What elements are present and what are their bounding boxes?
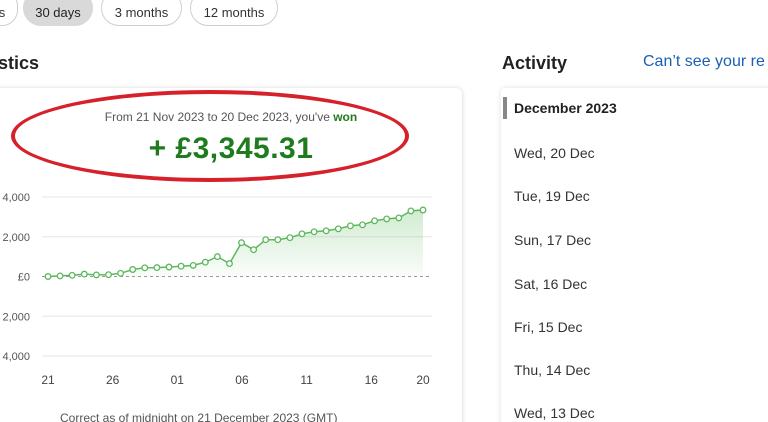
x-tick-label: 01	[171, 373, 185, 387]
activity-day[interactable]: Fri, 15 Dec	[514, 319, 582, 335]
activity-month: December 2023	[514, 100, 617, 116]
activity-day[interactable]: Sat, 16 Dec	[514, 276, 587, 292]
data-point	[359, 221, 366, 229]
data-point	[419, 206, 427, 214]
data-point	[262, 236, 270, 244]
data-point	[44, 273, 52, 280]
data-point	[213, 253, 221, 261]
x-tick-label: 16	[365, 373, 379, 387]
chart-footnote: Correct as of midnight on 21 December 20…	[60, 411, 338, 422]
activity-day[interactable]: Wed, 20 Dec	[514, 145, 595, 161]
y-tick-label: 4,000	[2, 351, 30, 363]
x-tick-label: 06	[235, 373, 249, 387]
data-point	[189, 261, 197, 269]
y-tick-label: 2,000	[2, 232, 30, 244]
data-point	[201, 258, 209, 266]
x-tick-label: 20	[416, 373, 430, 387]
data-point	[153, 264, 161, 272]
x-tick-label: 21	[41, 373, 55, 387]
data-point	[92, 271, 100, 279]
activity-day[interactable]: Thu, 14 Dec	[514, 362, 590, 378]
activity-day[interactable]: Wed, 13 Dec	[514, 405, 595, 421]
data-point	[346, 222, 354, 230]
y-tick-label: 2,000	[2, 311, 30, 323]
data-point	[383, 215, 391, 223]
data-point	[129, 266, 137, 273]
x-tick-label: 11	[300, 373, 313, 387]
y-tick-label: £0	[18, 272, 30, 284]
data-point	[68, 271, 76, 279]
y-tick-label: 4,000	[2, 192, 30, 204]
data-point	[286, 234, 294, 242]
data-point	[117, 269, 125, 277]
data-point	[407, 207, 415, 215]
data-point	[105, 271, 112, 279]
x-tick-label: 26	[106, 373, 120, 387]
data-point	[56, 272, 64, 280]
data-point	[238, 239, 245, 247]
data-point	[298, 230, 306, 238]
month-marker	[503, 97, 507, 119]
data-point	[371, 217, 379, 225]
data-point	[395, 214, 403, 222]
data-point	[334, 225, 342, 233]
activity-day[interactable]: Sun, 17 Dec	[514, 232, 591, 248]
data-point	[226, 260, 233, 268]
data-point	[274, 236, 282, 244]
activity-day[interactable]: Tue, 19 Dec	[514, 188, 590, 204]
data-point	[310, 228, 318, 236]
data-point	[177, 262, 185, 270]
series-area	[48, 210, 423, 277]
data-point	[141, 264, 149, 272]
data-point	[322, 227, 330, 235]
data-point	[250, 246, 258, 254]
data-point	[80, 270, 88, 278]
data-point	[165, 263, 173, 271]
